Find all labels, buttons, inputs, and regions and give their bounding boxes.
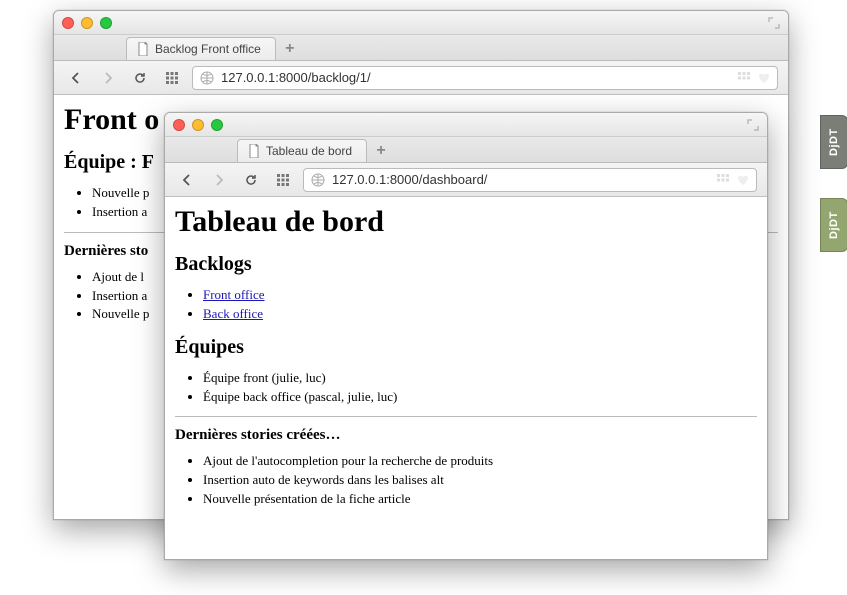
apps-button[interactable] (271, 169, 295, 191)
url-text: 127.0.0.1:8000/dashboard/ (332, 172, 710, 187)
close-window-button[interactable] (62, 17, 74, 29)
stories-heading: Dernières stories créées… (175, 427, 757, 444)
djdt-toggle-front[interactable]: DjDT (820, 198, 847, 252)
url-right-icons (737, 71, 771, 85)
window-controls (173, 119, 223, 131)
zoom-window-button[interactable] (100, 17, 112, 29)
backlogs-heading: Backlogs (175, 253, 757, 276)
url-right-icons (716, 173, 750, 187)
page-content: Tableau de bord Backlogs Front office Ba… (165, 197, 767, 559)
toolbar: 127.0.0.1:8000/backlog/1/ (54, 61, 788, 95)
list-item: Équipe back office (pascal, julie, luc) (203, 388, 757, 407)
list-item: Front office (203, 286, 757, 305)
list-item: Back office (203, 305, 757, 324)
tab-dashboard[interactable]: Tableau de bord (237, 139, 367, 162)
list-item: Ajout de l'autocompletion pour la recher… (203, 452, 757, 471)
teams-heading: Équipes (175, 336, 757, 359)
reload-button[interactable] (128, 67, 152, 89)
apps-button[interactable] (160, 67, 184, 89)
new-tab-button[interactable]: + (367, 139, 395, 162)
file-icon (248, 144, 260, 158)
forward-button[interactable] (207, 169, 231, 191)
window-controls (62, 17, 112, 29)
url-text: 127.0.0.1:8000/backlog/1/ (221, 70, 731, 85)
address-bar[interactable]: 127.0.0.1:8000/dashboard/ (303, 168, 757, 192)
titlebar (54, 11, 788, 35)
file-icon (137, 42, 149, 56)
back-button[interactable] (64, 67, 88, 89)
teams-list: Équipe front (julie, luc) Équipe back of… (203, 369, 757, 407)
grid-icon[interactable] (716, 173, 730, 187)
close-window-button[interactable] (173, 119, 185, 131)
backlogs-list: Front office Back office (203, 286, 757, 324)
list-item: Nouvelle présentation de la fiche articl… (203, 490, 757, 509)
stories-list: Ajout de l'autocompletion pour la recher… (203, 452, 757, 509)
toolbar: 127.0.0.1:8000/dashboard/ (165, 163, 767, 197)
tab-label: Tableau de bord (266, 144, 352, 158)
address-bar[interactable]: 127.0.0.1:8000/backlog/1/ (192, 66, 778, 90)
backlog-link-back[interactable]: Back office (203, 306, 263, 321)
forward-button[interactable] (96, 67, 120, 89)
new-tab-button[interactable]: + (276, 37, 304, 60)
zoom-window-button[interactable] (211, 119, 223, 131)
list-item: Insertion auto de keywords dans les bali… (203, 471, 757, 490)
list-item: Équipe front (julie, luc) (203, 369, 757, 388)
heart-icon[interactable] (757, 71, 771, 85)
titlebar (165, 113, 767, 137)
tabbar: Backlog Front office + (54, 35, 788, 61)
page-title: Tableau de bord (175, 205, 757, 239)
heart-icon[interactable] (736, 173, 750, 187)
tab-label: Backlog Front office (155, 42, 261, 56)
back-button[interactable] (175, 169, 199, 191)
tab-backlog[interactable]: Backlog Front office (126, 37, 276, 60)
divider (175, 416, 757, 417)
backlog-link-front[interactable]: Front office (203, 287, 265, 302)
grid-icon[interactable] (737, 71, 751, 85)
browser-window-front: Tableau de bord + 127.0.0.1:8000/dashboa… (164, 112, 768, 560)
globe-icon (310, 172, 326, 188)
minimize-window-button[interactable] (81, 17, 93, 29)
tabbar: Tableau de bord + (165, 137, 767, 163)
djdt-toggle-back[interactable]: DjDT (820, 115, 847, 169)
globe-icon (199, 70, 215, 86)
expand-icon[interactable] (768, 17, 780, 29)
minimize-window-button[interactable] (192, 119, 204, 131)
reload-button[interactable] (239, 169, 263, 191)
expand-icon[interactable] (747, 119, 759, 131)
